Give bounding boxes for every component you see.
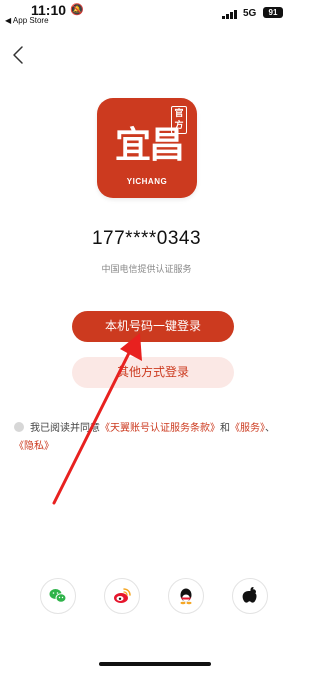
annotation-arrow: [52, 333, 142, 505]
